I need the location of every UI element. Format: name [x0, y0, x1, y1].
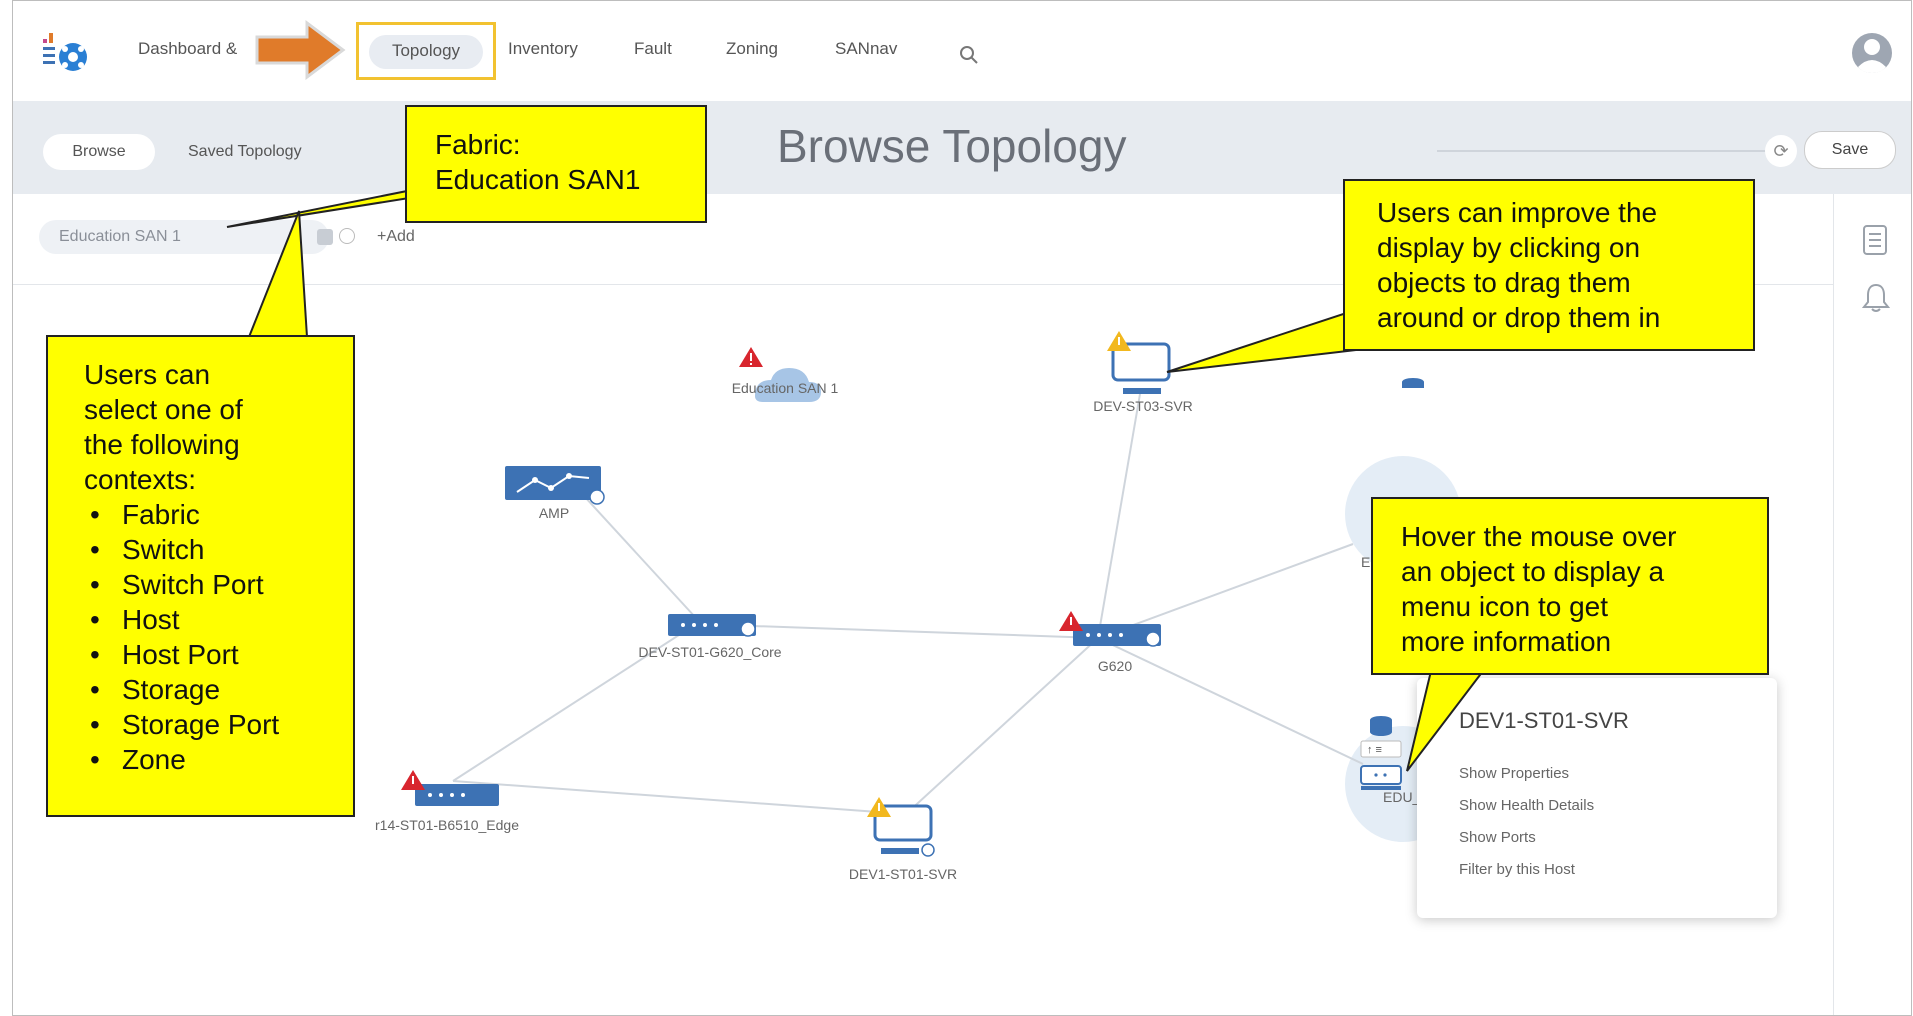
callout-contexts-intro-4: contexts:: [84, 464, 197, 495]
menu-filter-by-host[interactable]: Filter by this Host: [1459, 861, 1575, 878]
warning-icon: [1107, 331, 1131, 351]
core-switch-node[interactable]: [668, 614, 756, 637]
nav-fault[interactable]: Fault: [634, 39, 672, 59]
context-menu-title: DEV1-ST01-SVR: [1459, 708, 1629, 733]
callout-contexts-intro-2: select one of: [84, 394, 243, 425]
callout-drag-line: around or drop them in: [1377, 302, 1661, 333]
callout-contexts-intro-1: Users can: [84, 359, 211, 390]
context-list: Fabric Switch Switch Port Host Host Port…: [84, 497, 279, 777]
callout-fabric-line2: Education SAN1: [435, 164, 641, 195]
node-context-menu: DEV1-ST01-SVR Show Properties Show Healt…: [1417, 678, 1777, 918]
nav-dashboard[interactable]: Dashboard &: [138, 39, 237, 59]
edge-switch-node[interactable]: [415, 784, 499, 806]
context-item: Host Port: [84, 637, 279, 672]
storage-icon: [1402, 378, 1424, 388]
callout-hover-line: more information: [1401, 626, 1612, 657]
context-item: Zone: [84, 742, 279, 777]
menu-show-ports[interactable]: Show Ports: [1459, 829, 1536, 846]
document-icon[interactable]: [1862, 224, 1888, 256]
alert-red-icon: [401, 770, 425, 790]
callout-drag-line: Users can improve the: [1377, 197, 1658, 228]
callout-hover-line: menu icon to get: [1401, 591, 1609, 622]
context-selector-value: Education SAN 1: [59, 228, 181, 245]
refresh-icon[interactable]: ⟳: [1765, 135, 1797, 167]
context-item: Switch: [84, 532, 279, 567]
node-label-g620: G620: [1097, 658, 1133, 674]
clear-context-icon[interactable]: [317, 229, 333, 245]
nav-topology-label: Topology: [391, 41, 461, 60]
callout-drag-line: objects to drag them: [1377, 267, 1631, 298]
add-context-link[interactable]: +Add: [377, 228, 415, 246]
bell-icon[interactable]: [1862, 282, 1890, 314]
info-icon[interactable]: [339, 228, 355, 244]
app-logo-icon[interactable]: [39, 25, 95, 77]
node-label-amp: AMP: [538, 505, 570, 521]
alert-red-icon: [739, 347, 763, 367]
node-label-server-bottom: DEV1-ST01-SVR: [848, 866, 958, 882]
toolbar-divider: [1437, 150, 1767, 152]
callout-hover-line: an object to display a: [1401, 556, 1665, 587]
app-window: Dashboard & Topology Inventory Fault Zon…: [12, 0, 1912, 1016]
nav-sannav[interactable]: SANnav: [835, 39, 897, 59]
user-avatar-icon[interactable]: [1851, 31, 1893, 75]
callout-contexts: Users can select one of the following co…: [46, 335, 355, 817]
callout-hover-line: Hover the mouse over: [1401, 521, 1677, 552]
node-label-server-top: DEV-ST03-SVR: [1093, 398, 1193, 414]
node-label-edge: r14-ST01-B6510_Edge: [375, 817, 519, 833]
save-button[interactable]: Save: [1804, 131, 1896, 169]
menu-show-properties[interactable]: Show Properties: [1459, 765, 1569, 782]
search-icon[interactable]: [959, 45, 979, 65]
nav-topology-tab[interactable]: Topology: [356, 22, 496, 80]
saved-topology-link[interactable]: Saved Topology: [188, 143, 302, 161]
node-label-core: DEV-ST01-G620_Core: [638, 644, 782, 660]
callout-fabric: Fabric: Education SAN1: [405, 105, 707, 223]
alert-red-icon: [1059, 611, 1083, 631]
top-navigation: Dashboard & Topology Inventory Fault Zon…: [13, 1, 1911, 101]
callout-contexts-intro-3: the following: [84, 429, 240, 460]
callout-hover: Hover the mouse over an object to displa…: [1371, 497, 1769, 675]
server-node-top[interactable]: [1111, 342, 1171, 394]
browse-button[interactable]: Browse: [43, 134, 155, 170]
nav-inventory[interactable]: Inventory: [508, 39, 578, 59]
pointer-arrow-icon: [255, 20, 346, 80]
context-item: Host: [84, 602, 279, 637]
context-item: Storage: [84, 672, 279, 707]
amp-node[interactable]: [505, 466, 605, 505]
topology-links: [452, 393, 1364, 815]
context-item: Storage Port: [84, 707, 279, 742]
context-item: Fabric: [84, 497, 279, 532]
context-selector[interactable]: Education SAN 1: [39, 220, 333, 254]
callout-fabric-line1: Fabric:: [435, 129, 521, 160]
page-title: Browse Topology: [777, 120, 1127, 172]
context-item: Switch Port: [84, 567, 279, 602]
node-label-cloud: Education SAN 1: [731, 380, 839, 396]
callout-drag: Users can improve the display by clickin…: [1343, 179, 1755, 351]
svg-text:↑ ≡: ↑ ≡: [1367, 744, 1382, 756]
nav-zoning[interactable]: Zoning: [726, 39, 778, 59]
menu-show-health-details[interactable]: Show Health Details: [1459, 797, 1594, 814]
right-rail: [1833, 194, 1911, 1015]
g620-switch-node[interactable]: [1073, 624, 1161, 647]
callout-drag-line: display by clicking on: [1377, 232, 1641, 263]
